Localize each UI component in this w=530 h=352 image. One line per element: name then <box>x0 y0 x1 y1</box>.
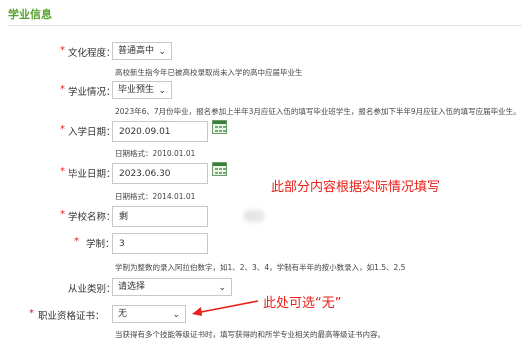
arrow-annotation <box>192 300 259 316</box>
